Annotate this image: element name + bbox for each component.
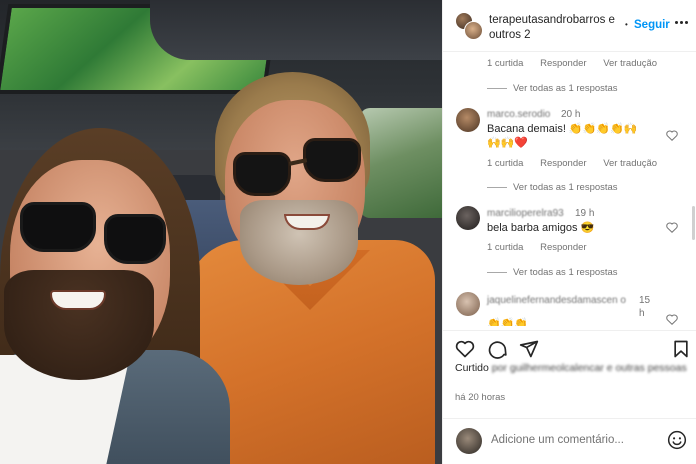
comments-list[interactable]: 1 curtida Responder Ver tradução Ver tod… [443,52,696,326]
view-replies-button[interactable]: Ver todas as 1 respostas [487,267,618,278]
view-replies-label: Ver todas as 1 respostas [513,267,618,278]
comment-text: 👏👏👏 [487,318,529,326]
view-replies-label: Ver todas as 1 respostas [513,83,618,94]
comment-username[interactable]: marcilioperelra93 [487,208,564,219]
post-actions [443,330,696,366]
person-left-beard [4,270,154,380]
like-comment-icon[interactable] [666,314,678,325]
post-photo[interactable] [0,0,442,464]
roof-frame [150,0,442,60]
bookmark-icon[interactable] [671,339,691,359]
person-left-sunglasses-lens [104,214,166,264]
heart-icon[interactable] [455,339,475,359]
post-header: terapeutasandrobarros e outros 2 • Segui… [443,0,696,52]
comment-time: 19 h [575,208,595,219]
share-icon[interactable] [519,339,539,359]
person-right-sunglasses [233,152,291,196]
avatar [456,428,482,454]
reply-button[interactable]: Responder [540,242,586,253]
person-right-sunglasses-lens [303,138,361,182]
view-replies-label: Ver todas as 1 respostas [513,182,618,193]
like-comment-icon[interactable] [666,130,678,141]
likes-users[interactable]: por guilhermeolcalencar e outras pessoas [492,362,687,374]
comment-username[interactable]: jaquelinefernandesdamascen o [487,294,637,307]
comment-time: 20 h [561,109,581,120]
commenter-avatar[interactable] [456,108,480,132]
comment-icon[interactable] [487,339,507,359]
translate-button[interactable]: Ver tradução [603,158,657,169]
commenter-avatar[interactable] [456,206,480,230]
comments-scrollbar[interactable] [692,206,695,240]
likes-prefix: Curtido [455,362,489,374]
divider [487,88,507,89]
follow-button[interactable]: Seguir [634,19,670,31]
person-left-sunglasses [20,202,96,252]
view-replies-button[interactable]: Ver todas as 1 respostas [487,83,618,94]
comments-panel: terapeutasandrobarros e outros 2 • Segui… [442,0,696,464]
person-left-smile [50,290,106,310]
comment-meta: 1 curtida Responder [487,242,601,253]
comment-likes[interactable]: 1 curtida [487,58,523,69]
comment-input[interactable] [491,431,631,449]
divider [487,272,507,273]
divider [487,187,507,188]
comment-meta: 1 curtida Responder Ver tradução [487,158,671,169]
commenter-avatar[interactable] [456,292,480,316]
add-comment-bar [443,418,696,464]
comment-likes[interactable]: 1 curtida [487,242,523,253]
comment-meta: 1 curtida Responder Ver tradução [487,58,671,69]
comment-text: bela barba amigos 😎 [487,222,595,234]
comment-likes[interactable]: 1 curtida [487,158,523,169]
likes-summary: Curtido por guilhermeolcalencar e outras… [455,362,690,375]
translate-button[interactable]: Ver tradução [603,58,657,69]
car-window [360,108,442,218]
reply-button[interactable]: Responder [540,58,586,69]
comment-username[interactable]: marco.serodio [487,109,550,120]
emoji-icon[interactable] [667,430,687,450]
separator-dot: • [625,20,628,29]
person-right-beard [240,200,358,285]
post-author[interactable]: terapeutasandrobarros e outros 2 [489,13,617,43]
post-timestamp[interactable]: há 20 horas [455,392,505,403]
more-options-icon[interactable] [675,21,689,33]
avatar[interactable] [455,12,483,40]
reply-button[interactable]: Responder [540,158,586,169]
like-comment-icon[interactable] [666,222,678,233]
view-replies-button[interactable]: Ver todas as 1 respostas [487,182,618,193]
coauthor-avatar[interactable] [464,21,483,40]
comment-text: Bacana demais! 👏👏👏👏🙌🙌🙌❤️ [487,123,638,149]
